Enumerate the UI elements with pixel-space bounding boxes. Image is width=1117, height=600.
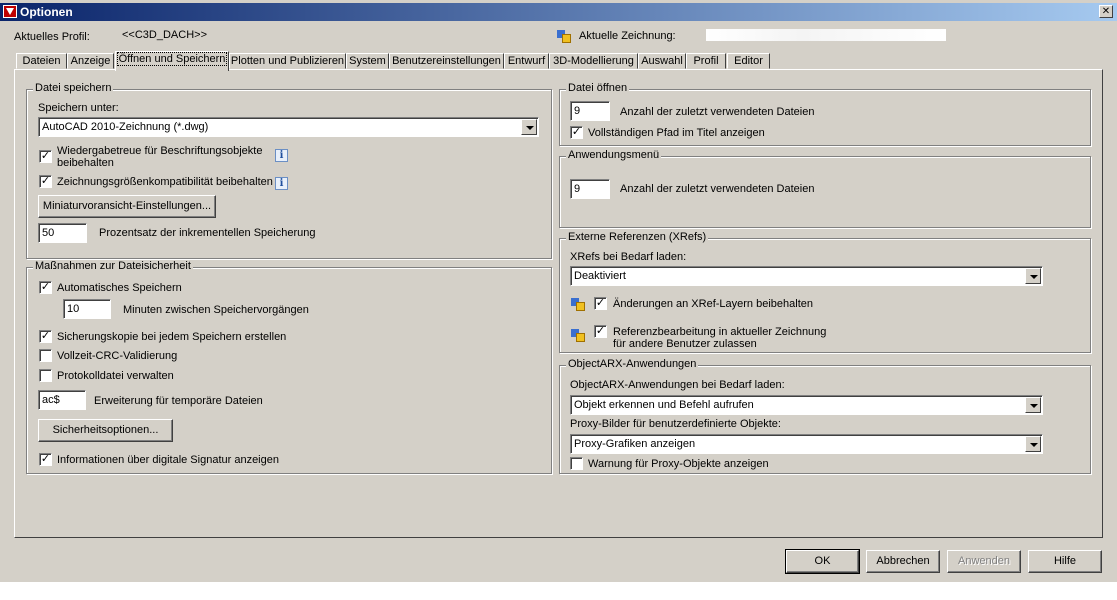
tab-entwurf[interactable]: Entwurf [504,53,549,69]
chevron-down-icon[interactable] [521,119,537,135]
save-file-group-title: Datei speichern [33,82,114,94]
arx-demand-load-label: ObjectARX-Anwendungen bei Bedarf laden: [570,379,785,391]
open-file-group-title: Datei öffnen [566,82,630,94]
tab-editor[interactable]: Editor [727,53,770,69]
drawing-icon [556,28,572,44]
tab-auswahl[interactable]: Auswahl [638,53,686,69]
refedit-label-1: Referenzbearbeitung in aktueller Zeichnu… [613,326,827,338]
size-compat-checkbox[interactable]: ✓ [39,175,52,188]
security-options-button[interactable]: Sicherheitsoptionen... [38,419,173,442]
open-file-group: Datei öffnen 9 Anzahl der zuletzt verwen… [559,82,1091,146]
chevron-down-icon[interactable] [1025,436,1041,452]
objectarx-group: ObjectARX-Anwendungen ObjectARX-Anwendun… [559,358,1091,474]
backup-label: Sicherungskopie bei jedem Speichern erst… [57,331,287,343]
close-button[interactable]: ✕ [1099,5,1113,18]
recent-files-count-input[interactable]: 9 [570,101,610,121]
help-button[interactable]: Hilfe [1028,550,1102,573]
tab-plotten-und-publizieren[interactable]: Plotten und Publizieren [229,53,346,69]
autosave-checkbox[interactable]: ✓ [39,281,52,294]
full-path-title-checkbox[interactable]: ✓ [570,126,583,139]
tab-content-panel: Datei speichern Speichern unter: AutoCAD… [14,69,1103,538]
refedit-checkbox[interactable]: ✓ [594,325,607,338]
ok-button[interactable]: OK [785,549,860,574]
title-bar[interactable]: Optionen ✕ [0,3,1117,21]
options-dialog: Optionen ✕ Aktuelles Profil: <<C3D_DACH>… [0,0,1117,582]
tab-oeffnen-und-speichern[interactable]: Öffnen und Speichern [115,51,229,71]
proxy-warning-checkbox[interactable] [570,457,583,470]
redacted-drawing-name [706,29,946,41]
proxy-warning-label: Warnung für Proxy-Objekte anzeigen [588,458,769,470]
cancel-button[interactable]: Abbrechen [866,550,940,573]
chevron-down-icon[interactable] [1025,397,1041,413]
window-title: Optionen [20,5,73,19]
recent-files-count-label: Anzahl der zuletzt verwendeten Dateien [620,106,815,118]
info-icon[interactable]: i [275,177,288,190]
info-icon[interactable]: i [275,149,288,162]
objectarx-group-title: ObjectARX-Anwendungen [566,358,699,370]
file-safety-group-title: Maßnahmen zur Dateisicherheit [33,260,193,272]
temp-extension-input[interactable]: ac$ [38,390,86,410]
tab-anzeige[interactable]: Anzeige [67,53,114,69]
xref-layer-changes-checkbox[interactable]: ✓ [594,297,607,310]
apply-button[interactable]: Anwenden [947,550,1021,573]
proxy-images-select[interactable]: Proxy-Grafiken anzeigen [570,434,1043,454]
arx-demand-load-select[interactable]: Objekt erkennen und Befehl aufrufen [570,395,1043,415]
save-as-select[interactable]: AutoCAD 2010-Zeichnung (*.dwg) [38,117,539,137]
current-profile-value: <<C3D_DACH>> [122,29,207,41]
xref-demand-load-select[interactable]: Deaktiviert [570,266,1043,286]
annotation-fidelity-checkbox[interactable]: ✓ [39,150,52,163]
tab-3d-modellierung[interactable]: 3D-Modellierung [549,53,638,69]
xref-group-title: Externe Referenzen (XRefs) [566,231,709,243]
thumbnail-settings-button[interactable]: Miniaturvoransicht-Einstellungen... [38,195,216,218]
chevron-down-icon[interactable] [1025,268,1041,284]
tab-profil[interactable]: Profil [686,53,726,69]
xref-demand-load-label: XRefs bei Bedarf laden: [570,251,687,263]
temp-extension-label: Erweiterung für temporäre Dateien [94,395,263,407]
crc-validation-label: Vollzeit-CRC-Validierung [57,350,178,362]
annotation-fidelity-label-2: beibehalten [57,157,114,169]
xref-layer-icon [570,296,586,312]
xref-group: Externe Referenzen (XRefs) XRefs bei Bed… [559,231,1091,353]
digital-signature-checkbox[interactable]: ✓ [39,453,52,466]
autosave-minutes-input[interactable]: 10 [63,299,111,319]
tab-system[interactable]: System [346,53,389,69]
xref-layer-changes-label: Änderungen an XRef-Layern beibehalten [613,298,813,310]
full-path-title-label: Vollständigen Pfad im Titel anzeigen [588,127,765,139]
tab-dateien[interactable]: Dateien [16,53,67,69]
incremental-save-label: Prozentsatz der inkrementellen Speicheru… [99,227,316,239]
autocad-app-icon [3,5,17,18]
app-menu-recent-count-input[interactable]: 9 [570,179,610,199]
application-menu-group: Anwendungsmenü 9 Anzahl der zuletzt verw… [559,149,1091,228]
proxy-images-label: Proxy-Bilder für benutzerdefinierte Obje… [570,418,781,430]
refedit-label-2: für andere Benutzer zulassen [613,338,757,350]
incremental-save-input[interactable]: 50 [38,223,87,243]
autosave-minutes-label: Minuten zwischen Speichervorgängen [123,304,309,316]
tab-benutzereinstellungen[interactable]: Benutzereinstellungen [389,53,504,69]
backup-checkbox[interactable]: ✓ [39,330,52,343]
log-file-checkbox[interactable] [39,369,52,382]
current-profile-label: Aktuelles Profil: [14,31,90,43]
digital-signature-label: Informationen über digitale Signatur anz… [57,454,279,466]
log-file-label: Protokolldatei verwalten [57,370,174,382]
crc-validation-checkbox[interactable] [39,349,52,362]
size-compat-label: Zeichnungsgrößenkompatibilität beibehalt… [57,176,273,188]
annotation-fidelity-label-1: Wiedergabetreue für Beschriftungsobjekte [57,145,263,157]
application-menu-group-title: Anwendungsmenü [566,149,662,161]
save-file-group: Datei speichern Speichern unter: AutoCAD… [26,82,552,259]
file-safety-group: Maßnahmen zur Dateisicherheit ✓ Automati… [26,260,552,474]
app-menu-recent-count-label: Anzahl der zuletzt verwendeten Dateien [620,183,815,195]
current-drawing-label: Aktuelle Zeichnung: [579,30,676,42]
autosave-label: Automatisches Speichern [57,282,182,294]
refedit-icon [570,327,586,343]
save-as-label: Speichern unter: [38,102,119,114]
